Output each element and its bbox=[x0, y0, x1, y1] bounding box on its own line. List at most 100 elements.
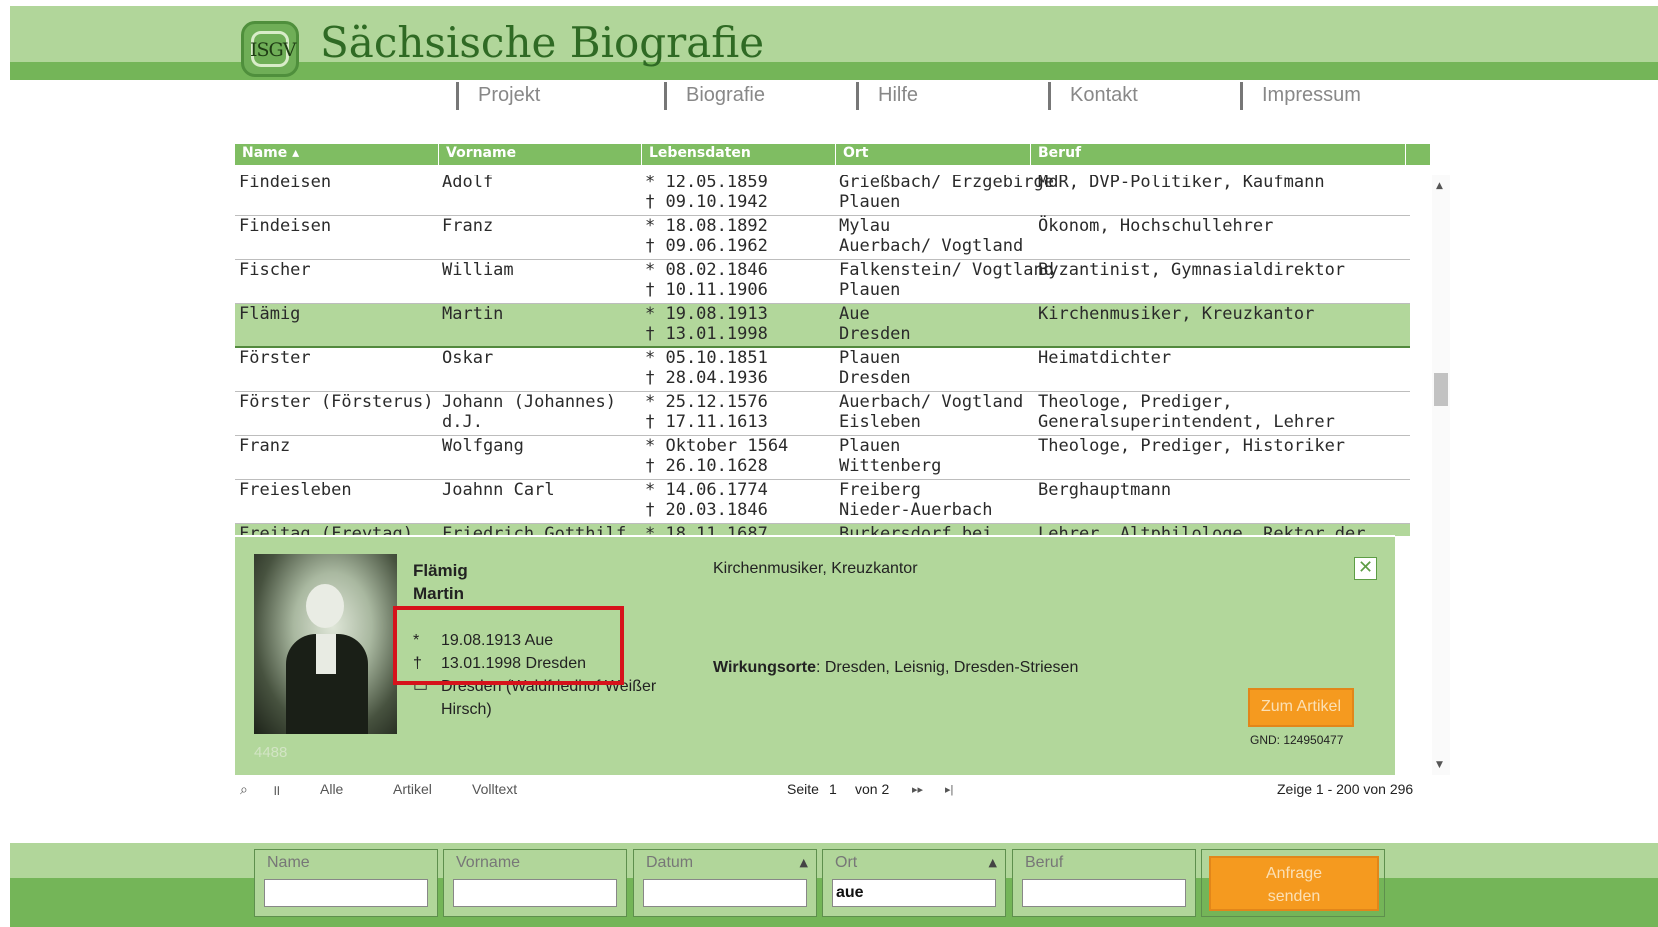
send-request-button[interactable]: Anfrage senden bbox=[1209, 856, 1379, 911]
cell-died: † 13.01.1998 bbox=[645, 324, 768, 344]
cell-name: Findeisen bbox=[239, 175, 332, 192]
highlight-box bbox=[393, 606, 624, 685]
last-page-icon[interactable]: ▸| bbox=[945, 783, 953, 796]
cell-died: † 09.06.1962 bbox=[645, 236, 768, 256]
cell-birthplace: Aue bbox=[839, 304, 870, 324]
cell-vorname-2: d.J. bbox=[442, 412, 483, 432]
close-icon[interactable]: ✕ bbox=[1354, 557, 1377, 580]
detail-firstname: Martin bbox=[413, 584, 464, 603]
cell-name: Förster (Försterus) bbox=[239, 392, 434, 412]
sort-up-icon[interactable]: ▲ bbox=[989, 856, 997, 869]
cell-died: † 17.11.1613 bbox=[645, 412, 768, 432]
datum-input[interactable] bbox=[643, 879, 807, 907]
cell-died: † 26.10.1628 bbox=[645, 456, 768, 476]
cell-name: Fischer bbox=[239, 260, 311, 280]
detail-name-block: Flämig Martin bbox=[413, 559, 468, 605]
table-toolbar: ⌕ ॥ Alle Artikel Volltext Seite 1 von 2 … bbox=[235, 778, 1430, 802]
pause-icon[interactable]: ॥ bbox=[272, 781, 280, 800]
logo-text: ISGV bbox=[250, 39, 296, 61]
table-scrollbar[interactable]: ▲ ▼ bbox=[1432, 175, 1450, 775]
cell-born: * 25.12.1576 bbox=[645, 392, 768, 412]
cell-vorname: Wolfgang bbox=[442, 436, 524, 456]
search-field-vorname: Vorname bbox=[443, 849, 627, 917]
cell-vorname: Franz bbox=[442, 216, 494, 236]
column-header-beruf[interactable]: Beruf bbox=[1030, 144, 1405, 165]
cell-birthplace: Freiberg bbox=[839, 480, 921, 500]
zum-artikel-button[interactable]: Zum Artikel bbox=[1248, 688, 1354, 727]
cell-deathplace: Dresden bbox=[839, 368, 911, 388]
cell-born: * 12.05.1859 bbox=[645, 175, 768, 192]
filter-alle[interactable]: Alle bbox=[320, 781, 343, 797]
cell-beruf: Heimatdichter bbox=[1038, 348, 1172, 368]
beruf-input[interactable] bbox=[1022, 879, 1186, 907]
table-row[interactable]: Freiesleben Joahnn Carl * 14.06.1774 † 2… bbox=[235, 480, 1410, 524]
nav-separator bbox=[1240, 82, 1243, 110]
nav-separator bbox=[1048, 82, 1051, 110]
field-label: Vorname bbox=[456, 854, 521, 871]
nav-separator bbox=[664, 82, 667, 110]
send-label-line-1: Anfrage bbox=[1265, 865, 1323, 882]
cell-beruf: Kirchenmusiker, Kreuzkantor bbox=[1038, 304, 1315, 324]
cell-died: † 09.10.1942 bbox=[645, 192, 768, 212]
send-request-wrapper: Anfrage senden bbox=[1201, 849, 1385, 917]
column-header-vorname[interactable]: Vorname bbox=[438, 144, 641, 165]
search-field-name: Name bbox=[254, 849, 438, 917]
cell-vorname: Oskar bbox=[442, 348, 494, 368]
vorname-input[interactable] bbox=[453, 879, 617, 907]
table-row[interactable]: Findeisen Franz * 18.08.1892 † 09.06.196… bbox=[235, 216, 1410, 260]
cell-name: Flämig bbox=[239, 304, 301, 324]
sort-up-icon[interactable]: ▲ bbox=[800, 856, 808, 869]
name-input[interactable] bbox=[264, 879, 428, 907]
cell-deathplace: Plauen bbox=[839, 192, 901, 212]
column-header-lebensdaten[interactable]: Lebensdaten bbox=[641, 144, 835, 165]
cell-birthplace: Plauen bbox=[839, 436, 901, 456]
cell-vorname: Adolf bbox=[442, 175, 494, 192]
table-row[interactable]: Findeisen Adolf * 12.05.1859 † 09.10.194… bbox=[235, 175, 1410, 216]
cell-name: Findeisen bbox=[239, 216, 332, 236]
cell-beruf: MdR, DVP-Politiker, Kaufmann bbox=[1038, 175, 1325, 192]
page-number[interactable]: 1 bbox=[829, 781, 837, 797]
scrollbar-thumb[interactable] bbox=[1434, 373, 1448, 406]
table-row[interactable]: Franz Wolfgang * Oktober 1564 † 26.10.16… bbox=[235, 436, 1410, 480]
table-row[interactable]: Förster (Försterus) Johann (Johannes) d.… bbox=[235, 392, 1410, 436]
next-page-icon[interactable]: ▸▸ bbox=[912, 783, 923, 796]
portrait-photo bbox=[254, 554, 397, 734]
isgv-logo[interactable]: ISGV bbox=[241, 21, 299, 77]
page-label: Seite bbox=[787, 781, 819, 797]
page-of-label: von 2 bbox=[855, 781, 890, 797]
cell-deathplace: Eisleben bbox=[839, 412, 921, 432]
cell-vorname: Joahnn Carl bbox=[442, 480, 555, 500]
cell-vorname: Martin bbox=[442, 304, 504, 324]
column-header-name[interactable]: Name ▴ bbox=[235, 144, 438, 165]
filter-artikel[interactable]: Artikel bbox=[393, 781, 432, 797]
nav-label: Hilfe bbox=[878, 84, 919, 106]
cell-vorname: Johann (Johannes) bbox=[442, 392, 616, 412]
cell-born: * 05.10.1851 bbox=[645, 348, 768, 368]
ort-input[interactable] bbox=[832, 879, 996, 907]
cell-born: * 14.06.1774 bbox=[645, 480, 768, 500]
table-row[interactable]: Fischer William * 08.02.1846 † 10.11.190… bbox=[235, 260, 1410, 304]
search-icon[interactable]: ⌕ bbox=[240, 781, 248, 798]
cell-vorname: William bbox=[442, 260, 514, 280]
nav-label: Biografie bbox=[686, 84, 765, 106]
cell-birthplace: Grießbach/ Erzgebirge bbox=[839, 175, 1054, 192]
wirkungsorte-label: Wirkungsorte bbox=[713, 659, 816, 676]
nav-label: Projekt bbox=[478, 84, 541, 106]
filter-volltext[interactable]: Volltext bbox=[472, 781, 517, 797]
search-field-ort: Ort ▲ bbox=[822, 849, 1006, 917]
field-label: Beruf bbox=[1025, 854, 1064, 871]
cell-died: † 10.11.1906 bbox=[645, 280, 768, 300]
site-title[interactable]: Sächsische Biografie bbox=[320, 18, 764, 67]
cell-beruf: Byzantinist, Gymnasialdirektor bbox=[1038, 260, 1346, 280]
detail-record-id: 4488 bbox=[254, 744, 288, 761]
send-label-line-2: senden bbox=[1267, 888, 1321, 905]
cell-died: † 28.04.1936 bbox=[645, 368, 768, 388]
table-row[interactable]: Förster Oskar * 05.10.1851 † 28.04.1936 … bbox=[235, 348, 1410, 392]
cell-deathplace: Nieder-Auerbach bbox=[839, 500, 993, 520]
scroll-down-arrow-icon[interactable]: ▼ bbox=[1436, 760, 1443, 770]
scroll-up-arrow-icon[interactable]: ▲ bbox=[1436, 181, 1443, 191]
nav-label: Impressum bbox=[1262, 84, 1361, 106]
field-label: Ort bbox=[835, 854, 858, 871]
column-header-ort[interactable]: Ort bbox=[835, 144, 1030, 165]
table-row-selected[interactable]: Flämig Martin * 19.08.1913 † 13.01.1998 … bbox=[235, 304, 1410, 348]
